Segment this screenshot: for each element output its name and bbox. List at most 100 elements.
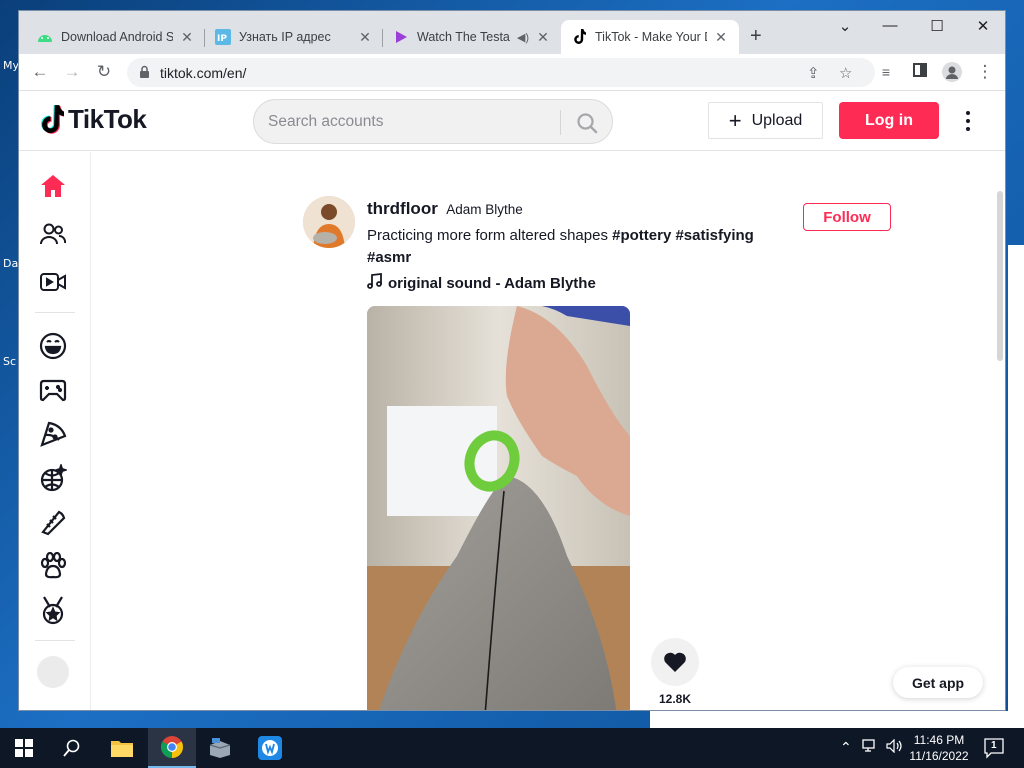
upload-label: Upload	[751, 111, 803, 129]
android-icon	[37, 29, 53, 45]
tab-label: Узнать IP адрес	[239, 30, 331, 44]
tab-label: Watch The Testa	[417, 30, 510, 44]
desktop-icon-label[interactable]: My	[3, 59, 19, 72]
tiktok-header: TikTok + Upload Log in	[19, 91, 1005, 151]
login-button[interactable]: Log in	[839, 102, 939, 139]
minimize-button[interactable]: —	[875, 17, 905, 34]
system-clock[interactable]: 11:46 PM 11/16/2022	[906, 732, 972, 764]
food-icon[interactable]	[37, 418, 69, 450]
package-icon	[209, 738, 231, 758]
search-taskbar-button[interactable]	[48, 728, 96, 768]
sports-icon[interactable]	[37, 594, 69, 626]
profile-icon[interactable]	[942, 62, 962, 82]
tab-ip[interactable]: IP Узнать IP адрес ✕	[205, 20, 383, 54]
network-icon[interactable]	[862, 739, 878, 756]
browser-menu-icon[interactable]: ⋮	[975, 62, 995, 82]
tiktok-page: TikTok + Upload Log in	[19, 91, 1005, 710]
clock-time: 11:46 PM	[913, 733, 965, 747]
close-icon[interactable]: ✕	[179, 29, 195, 46]
video-caption: Practicing more form altered shapes #pot…	[367, 225, 787, 269]
music-link[interactable]: original sound - Adam Blythe	[367, 272, 596, 293]
browser-window: Download Android St ✕ IP Узнать IP адрес…	[18, 10, 1006, 711]
desktop-icon-label[interactable]: Sc	[3, 355, 16, 368]
address-bar[interactable]: tiktok.com/en/ ⇪ ☆	[127, 58, 875, 87]
music-note-icon	[367, 272, 382, 293]
folder-icon	[111, 741, 133, 757]
new-tab-button[interactable]: +	[750, 26, 762, 46]
close-window-button[interactable]: ✕	[968, 17, 998, 35]
tab-watch[interactable]: Watch The Testa ◀) ✕	[383, 20, 561, 54]
desktop-icon-label[interactable]: Da	[3, 257, 18, 270]
search-icon	[63, 739, 80, 757]
comedy-icon[interactable]	[37, 330, 69, 362]
like-button[interactable]	[651, 638, 699, 686]
beauty-icon[interactable]	[37, 506, 69, 538]
heart-icon	[664, 652, 686, 672]
animals-icon[interactable]	[37, 550, 69, 582]
search-icon[interactable]	[576, 112, 598, 139]
background-window	[650, 711, 1024, 728]
scrollbar[interactable]	[997, 191, 1003, 361]
author-nickname[interactable]: Adam Blythe	[446, 202, 523, 217]
tab-label: Download Android St	[61, 30, 173, 44]
video-player[interactable]	[367, 306, 630, 710]
more-options-icon[interactable]	[957, 107, 979, 135]
author-info[interactable]: thrdfloor Adam Blythe	[367, 199, 523, 219]
lock-icon[interactable]	[139, 65, 150, 84]
follow-button[interactable]: Follow	[803, 203, 891, 231]
plus-icon: +	[728, 107, 742, 133]
speaker-icon[interactable]: ◀)	[517, 31, 529, 44]
close-icon[interactable]: ✕	[357, 29, 373, 46]
start-button[interactable]	[0, 728, 48, 768]
home-icon[interactable]	[37, 170, 69, 202]
share-icon[interactable]: ⇪	[807, 64, 820, 82]
hashtag-link[interactable]: #pottery	[612, 227, 671, 244]
play-icon	[393, 29, 409, 45]
tab-tiktok[interactable]: TikTok - Make Your D ✕	[561, 20, 739, 54]
volume-icon[interactable]	[886, 738, 904, 756]
avatar[interactable]	[37, 656, 69, 688]
tab-download-android[interactable]: Download Android St ✕	[27, 20, 205, 54]
sidebar	[19, 152, 91, 710]
chrome-taskbar-button[interactable]	[148, 728, 196, 768]
side-panel-icon[interactable]	[910, 62, 930, 82]
notification-count: 1	[991, 740, 997, 751]
caption-text: Practicing more form altered shapes	[367, 227, 608, 244]
dance-icon[interactable]	[37, 462, 69, 494]
music-title: original sound - Adam Blythe	[388, 274, 596, 292]
back-icon[interactable]: ←	[30, 62, 50, 82]
clock-date: 11/16/2022	[909, 749, 969, 763]
close-icon[interactable]: ✕	[535, 29, 551, 46]
forward-icon[interactable]: →	[62, 62, 82, 82]
gaming-icon[interactable]	[37, 374, 69, 406]
upload-button[interactable]: + Upload	[708, 102, 823, 139]
taskbar: ⌃ 11:46 PM 11/16/2022 1	[0, 728, 1024, 768]
search-bar[interactable]	[253, 99, 613, 144]
bookmark-star-icon[interactable]: ☆	[839, 64, 852, 82]
search-input[interactable]	[268, 111, 548, 133]
close-icon[interactable]: ✕	[713, 29, 729, 46]
hashtag-link[interactable]: #satisfying	[675, 227, 753, 244]
tab-search-icon[interactable]: ⌄	[830, 17, 860, 35]
app-taskbar-button[interactable]	[246, 728, 294, 768]
show-hidden-icons[interactable]: ⌃	[840, 739, 852, 756]
chrome-icon	[161, 736, 183, 758]
file-explorer-button[interactable]	[98, 728, 146, 768]
following-icon[interactable]	[37, 218, 69, 250]
feed: thrdfloor Adam Blythe Practicing more fo…	[91, 152, 1005, 710]
reload-icon[interactable]: ↻	[94, 62, 114, 82]
notification-center-button[interactable]: 1	[983, 737, 1005, 759]
author-avatar[interactable]	[303, 196, 355, 248]
get-app-button[interactable]: Get app	[893, 667, 983, 698]
browser-toolbar: ← → ↻ tiktok.com/en/ ⇪ ☆ ≡ ⋮	[19, 54, 1005, 91]
tiktok-logo[interactable]: TikTok	[38, 104, 147, 135]
tiktok-logo-icon	[41, 104, 64, 134]
media-control-icon[interactable]: ≡	[876, 62, 896, 82]
live-icon[interactable]	[37, 266, 69, 298]
url-text: tiktok.com/en/	[160, 65, 247, 81]
author-username[interactable]: thrdfloor	[367, 199, 438, 218]
hashtag-link[interactable]: #asmr	[367, 249, 411, 266]
app-taskbar-button[interactable]	[196, 728, 244, 768]
maximize-button[interactable]: ☐	[922, 17, 952, 35]
tab-strip: Download Android St ✕ IP Узнать IP адрес…	[19, 11, 1005, 54]
